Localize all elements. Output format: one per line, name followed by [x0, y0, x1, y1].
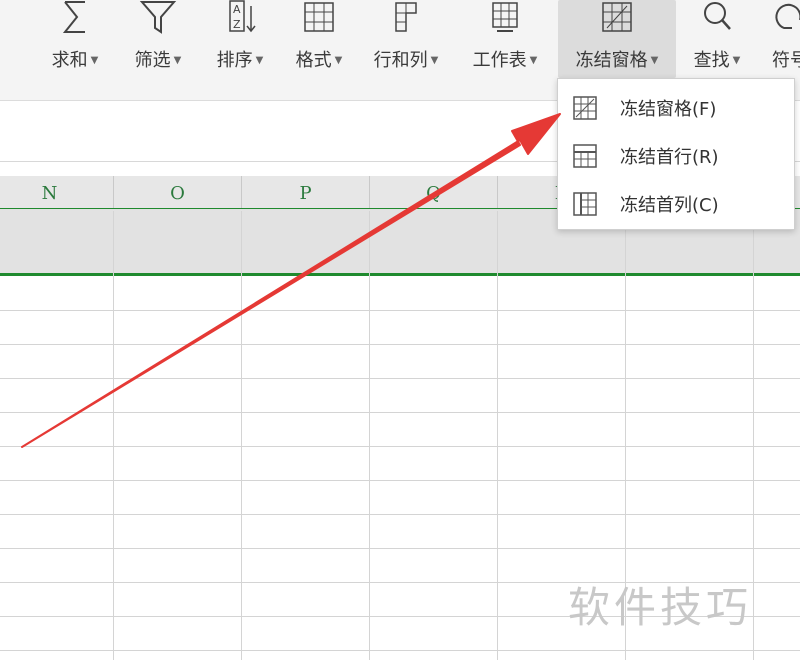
- funnel-icon: [139, 1, 177, 34]
- format-button[interactable]: 格式 ▼: [284, 0, 354, 78]
- gridline-horizontal: [0, 412, 800, 413]
- chevron-down-icon: ▼: [255, 55, 264, 66]
- column-header-n[interactable]: N: [0, 176, 114, 208]
- sigma-icon: [62, 1, 85, 33]
- watermark-text: 软件技巧: [568, 583, 753, 632]
- gridline-horizontal: [0, 514, 800, 515]
- chevron-down-icon: ▼: [732, 55, 741, 66]
- worksheet-icon: [492, 2, 518, 32]
- chevron-down-icon: ▼: [334, 55, 343, 66]
- format-label: 格式: [295, 50, 332, 71]
- menu-item-freeze-top-row[interactable]: 冻结首行(R): [558, 131, 794, 177]
- gridline-vertical: [369, 211, 370, 660]
- chevron-down-icon: ▼: [90, 55, 99, 66]
- chevron-down-icon: ▼: [173, 55, 182, 66]
- svg-text:Z: Z: [233, 18, 241, 31]
- gridline-horizontal: [0, 310, 800, 311]
- freeze-panes-icon: [573, 96, 597, 120]
- freeze-top-row-icon: [573, 144, 597, 168]
- chevron-down-icon: ▼: [650, 55, 659, 66]
- column-header-p[interactable]: P: [242, 176, 370, 208]
- freeze-panes-button[interactable]: 冻结窗格 ▼: [558, 0, 676, 78]
- svg-text:A: A: [233, 3, 241, 16]
- sum-label: 求和: [51, 50, 88, 71]
- freeze-line-bottom: [0, 273, 800, 276]
- symbol-icon: [775, 3, 800, 29]
- symbol-button[interactable]: 符号: [760, 0, 800, 78]
- worksheet-label: 工作表: [472, 50, 527, 71]
- rows-columns-icon: [395, 2, 417, 32]
- format-table-icon: [304, 2, 334, 32]
- menu-item-freeze-first-column[interactable]: 冻结首列(C): [558, 179, 794, 225]
- freeze-panes-icon: [602, 2, 632, 32]
- menu-item-label: 冻结窗格(F): [620, 99, 717, 120]
- menu-item-label: 冻结首列(C): [620, 195, 719, 216]
- freeze-panes-menu: 冻结窗格(F) 冻结首行(R) 冻结首列(C): [557, 78, 795, 230]
- freeze-panes-label: 冻结窗格: [575, 50, 648, 71]
- column-header-o[interactable]: O: [114, 176, 242, 208]
- filter-label: 筛选: [134, 50, 171, 71]
- gridline-vertical: [497, 211, 498, 660]
- symbol-label: 符号: [772, 50, 800, 71]
- gridline-horizontal: [0, 344, 800, 345]
- gridline-vertical: [753, 211, 754, 660]
- sort-label: 排序: [216, 50, 253, 71]
- filter-button[interactable]: 筛选 ▼: [122, 0, 194, 78]
- gridline-horizontal: [0, 480, 800, 481]
- gridline-vertical: [241, 211, 242, 660]
- sum-button[interactable]: 求和 ▼: [42, 0, 108, 78]
- chevron-down-icon: ▼: [430, 55, 439, 66]
- freeze-first-column-icon: [573, 192, 597, 216]
- gridline-horizontal: [0, 548, 800, 549]
- find-button[interactable]: 查找 ▼: [682, 0, 752, 78]
- rows-columns-label: 行和列: [373, 50, 428, 71]
- magnifier-icon: [704, 2, 731, 30]
- gridline-horizontal: [0, 650, 800, 651]
- gridline-horizontal: [0, 378, 800, 379]
- chevron-down-icon: ▼: [529, 55, 538, 66]
- find-label: 查找: [693, 50, 730, 71]
- worksheet-button[interactable]: 工作表 ▼: [460, 0, 550, 78]
- gridline-horizontal: [0, 446, 800, 447]
- sort-button[interactable]: AZ 排序 ▼: [204, 0, 276, 78]
- gridline-vertical: [113, 211, 114, 660]
- column-header-q[interactable]: Q: [370, 176, 498, 208]
- menu-item-freeze-panes[interactable]: 冻结窗格(F): [558, 83, 794, 129]
- menu-item-label: 冻结首行(R): [620, 147, 719, 168]
- sort-az-icon: AZ: [229, 0, 256, 33]
- rows-columns-button[interactable]: 行和列 ▼: [362, 0, 450, 78]
